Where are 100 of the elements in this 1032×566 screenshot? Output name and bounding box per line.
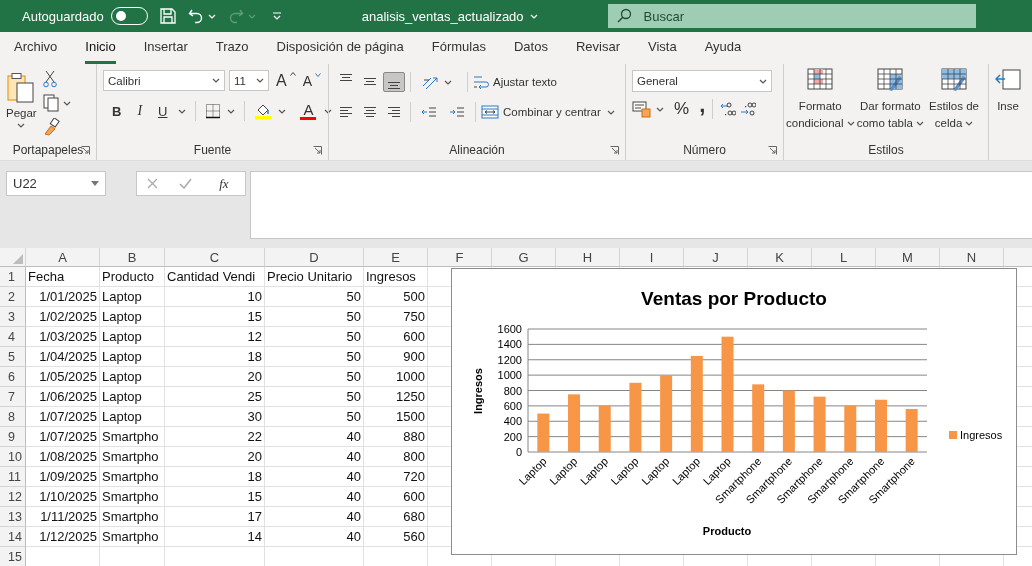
column-header[interactable]: I (620, 248, 684, 267)
column-header[interactable]: D (265, 248, 364, 267)
file-name[interactable]: analisis_ventas_actualizado (361, 8, 524, 24)
row-header[interactable]: 15 (0, 547, 26, 566)
borders-icon[interactable] (205, 103, 222, 119)
cell-value: 600 (403, 329, 425, 344)
merge-center-button[interactable]: Combinar y centrar (481, 104, 615, 120)
comma-style-button[interactable]: , (699, 98, 706, 120)
grow-font-button[interactable]: A (273, 71, 296, 90)
search-field[interactable]: Buscar (607, 4, 976, 28)
row-header[interactable]: 5 (0, 347, 26, 367)
font-size-dropdown[interactable]: 11 (229, 70, 269, 91)
bold-button[interactable]: B (107, 99, 127, 123)
paste-button[interactable]: Pegar (6, 70, 37, 128)
ribbon-tab[interactable]: Fórmulas (431, 36, 486, 64)
autosave-label: Autoguardado (22, 8, 104, 24)
bar (844, 405, 857, 452)
cell-value: 1/10/2025 (39, 489, 97, 504)
decrease-decimal-icon[interactable] (740, 101, 757, 117)
row-header[interactable]: 7 (0, 387, 26, 407)
ribbon-tab[interactable]: Revisar (575, 36, 620, 64)
fill-color-icon[interactable] (254, 102, 273, 120)
italic-button[interactable]: I (132, 99, 148, 123)
row-header[interactable]: 3 (0, 307, 26, 327)
ribbon-tab[interactable]: Ayuda (704, 36, 742, 64)
style-gallery-button[interactable]: Formato condicional (786, 68, 855, 131)
insert-cells-button[interactable]: Inse (995, 68, 1021, 114)
indent-icon (449, 104, 465, 120)
row-header[interactable]: 10 (0, 447, 26, 467)
caret-icon (256, 78, 264, 83)
merge-cells-icon (481, 104, 499, 120)
dialog-launcher-icon[interactable] (768, 146, 777, 155)
cell-value: 40 (346, 429, 361, 444)
column-header[interactable]: J (684, 248, 748, 267)
column-header[interactable]: L (812, 248, 876, 267)
caret-icon (17, 123, 26, 128)
wrap-text-button[interactable]: Ajustar texto (473, 74, 557, 90)
bar (629, 382, 642, 452)
column-header[interactable]: F (428, 248, 492, 267)
cell-value: Precio Unitario (267, 269, 353, 284)
percent-button[interactable]: % (674, 99, 690, 119)
name-box[interactable]: U22 (6, 171, 106, 196)
row-header[interactable]: 8 (0, 407, 26, 427)
ribbon-tab[interactable]: Disposición de página (276, 36, 404, 64)
column-header[interactable]: M (876, 248, 940, 267)
ribbon-tab[interactable]: Insertar (143, 36, 188, 64)
cell-value: 10 (247, 289, 262, 304)
customize-toolbar-icon[interactable] (271, 11, 282, 21)
row-header[interactable]: 6 (0, 367, 26, 387)
column-header[interactable]: B (100, 248, 165, 267)
cell-value: Laptop (102, 329, 142, 344)
row-header[interactable]: 13 (0, 507, 26, 527)
row-header[interactable]: 2 (0, 287, 26, 307)
underline-button[interactable]: U (153, 99, 173, 123)
row-header[interactable]: 9 (0, 427, 26, 447)
row-header[interactable]: 11 (0, 467, 26, 487)
scissors-icon[interactable] (42, 70, 57, 88)
font-color-button[interactable]: A (298, 102, 319, 120)
cell-value: 40 (346, 489, 361, 504)
ribbon-tab[interactable]: Trazo (215, 36, 249, 64)
down-caret-icon (315, 72, 321, 77)
format-painter-icon[interactable] (42, 118, 61, 136)
dialog-launcher-icon[interactable] (610, 146, 619, 155)
style-gallery-button[interactable]: Estilos de celda (926, 68, 982, 131)
copy-icon[interactable] (42, 94, 59, 112)
row-header[interactable]: 12 (0, 487, 26, 507)
ribbon-tab[interactable]: Vista (648, 36, 677, 64)
column-header[interactable]: A (26, 248, 100, 267)
row-header[interactable]: 4 (0, 327, 26, 347)
ribbon-tab[interactable]: Archivo (14, 36, 58, 64)
cell-value: 1/08/2025 (39, 449, 97, 464)
column-header[interactable]: C (165, 248, 265, 267)
formula-input[interactable] (250, 171, 1032, 239)
shrink-font-button[interactable]: A (299, 72, 321, 89)
undo-icon[interactable] (187, 8, 204, 24)
column-header[interactable]: G (492, 248, 556, 267)
number-format-dropdown[interactable]: General (632, 70, 772, 92)
style-gallery-button[interactable]: Dar formato como tabla (856, 68, 925, 131)
dialog-launcher-icon[interactable] (313, 146, 322, 155)
save-icon[interactable] (159, 8, 176, 24)
font-name-dropdown[interactable]: Calibri (103, 70, 225, 91)
column-header[interactable]: K (748, 248, 812, 267)
indent-icon (421, 104, 437, 120)
row-header[interactable]: 14 (0, 527, 26, 547)
dialog-launcher-icon[interactable] (81, 146, 90, 155)
column-header[interactable]: E (364, 248, 428, 267)
cell-value: 1/11/2025 (40, 509, 97, 524)
cell-value: 720 (403, 469, 425, 484)
row-header[interactable]: 1 (0, 267, 26, 287)
cell-value: Smartpho (102, 469, 159, 484)
cell-value: 18 (247, 469, 262, 484)
increase-decimal-icon[interactable] (720, 101, 737, 117)
cell-value: 25 (247, 389, 262, 404)
cell-value: Smartpho (102, 509, 159, 524)
ribbon-tab[interactable]: Datos (513, 36, 548, 64)
vertical-align-button[interactable] (383, 72, 405, 92)
insert-function-button[interactable]: fx (213, 174, 235, 193)
accounting-format-icon[interactable] (632, 100, 652, 118)
column-header[interactable]: H (556, 248, 620, 267)
column-header[interactable]: N (940, 248, 1004, 267)
